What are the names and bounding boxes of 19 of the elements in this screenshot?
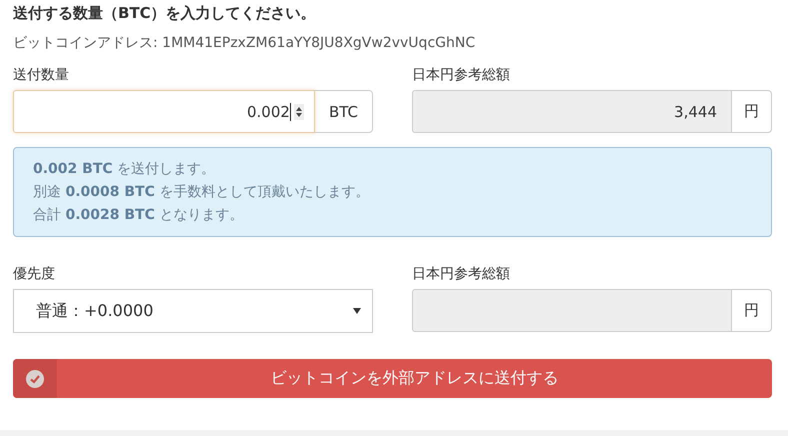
- amount-field[interactable]: 0.002: [13, 90, 315, 133]
- send-button[interactable]: ビットコインを外部アドレスに送付する: [13, 359, 772, 398]
- unit-label: 円: [732, 90, 772, 133]
- unit-label: 円: [732, 289, 772, 332]
- field-label: 日本円参考総額: [412, 66, 511, 85]
- notice-line: 0.002 BTC を送付します。: [33, 160, 216, 179]
- notice-line: 合計 0.0028 BTC となります。: [33, 206, 244, 225]
- form-heading: 送付する数量（BTC）を入力してください。: [13, 4, 317, 24]
- bitcoin-address: ビットコインアドレス: 1MM41EPzxZM61aYY8JU8XgVw2vvUqcGhNC: [13, 34, 476, 53]
- field-label: 日本円参考総額: [412, 265, 511, 284]
- priority-select[interactable]: 普通：+0.0000: [13, 289, 373, 333]
- notice-line: 別途 0.0008 BTC を手数料として頂戴いたします。: [33, 183, 370, 202]
- field-label: 送付数量: [13, 66, 70, 85]
- unit-label: BTC: [314, 90, 373, 133]
- field-label: 優先度: [13, 265, 56, 284]
- spinner-icon[interactable]: [294, 104, 304, 120]
- jpy-total-field: 3,444: [412, 90, 732, 133]
- dropdown-icon: [352, 307, 362, 315]
- check-icon: [26, 370, 44, 388]
